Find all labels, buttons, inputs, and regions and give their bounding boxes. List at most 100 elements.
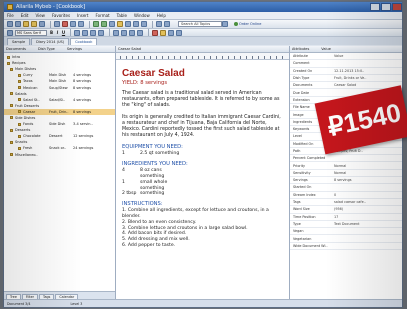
indent-icon[interactable] <box>137 29 143 36</box>
column-header-servings[interactable]: Servings <box>67 47 82 51</box>
attribute-row[interactable]: Attribute Value <box>290 53 402 61</box>
ingredient-item: something <box>140 191 165 197</box>
menu-table[interactable]: Table <box>117 13 127 18</box>
tree-cell-type: Soup/Stew <box>49 85 68 90</box>
outdent-icon[interactable] <box>129 29 135 36</box>
tree-cell-name: Caesar <box>23 109 36 114</box>
back-icon[interactable] <box>7 21 13 27</box>
align-left-icon[interactable] <box>74 29 80 36</box>
ruler-tick <box>156 56 157 59</box>
ruler-tick <box>180 56 181 59</box>
align-right-icon[interactable] <box>90 29 96 36</box>
ruler[interactable] <box>116 53 289 60</box>
image-icon[interactable] <box>117 21 123 27</box>
close-button[interactable] <box>392 3 402 11</box>
menu-format[interactable]: Format <box>96 13 110 18</box>
tree-cell-name: Chocolate <box>23 134 41 139</box>
attribute-row[interactable]: Dish Type Fruit, Drinks or Ve.. <box>290 75 402 83</box>
tree-cell-name: Miscellaneo.. <box>15 152 38 157</box>
menu-edit[interactable]: Edit <box>21 13 29 18</box>
font-size-down-icon[interactable] <box>176 29 182 36</box>
tree-icon[interactable] <box>156 21 162 27</box>
bold-button[interactable]: B <box>49 30 54 36</box>
attribute-row[interactable]: Percent Completed <box>290 155 402 163</box>
ruler-tick <box>222 56 223 59</box>
ruler-tick <box>246 56 247 59</box>
menu-window[interactable]: Window <box>134 13 150 18</box>
tab-sample[interactable]: Sample <box>7 38 31 45</box>
copy-icon[interactable] <box>70 21 76 27</box>
attribute-row[interactable]: Type Text Document <box>290 221 402 229</box>
justify-icon[interactable] <box>98 29 104 36</box>
table-icon[interactable] <box>125 21 131 27</box>
menu-insert[interactable]: Insert <box>77 13 88 18</box>
tab-diary[interactable]: Diary 2014 (US) <box>31 38 70 45</box>
paste-icon[interactable] <box>78 21 84 27</box>
menu-file[interactable]: File <box>7 13 14 18</box>
attribute-row[interactable]: Tags salad caesar cafe.. <box>290 199 402 207</box>
spellcheck-icon[interactable] <box>133 21 139 27</box>
italic-button[interactable]: I <box>55 30 60 36</box>
ruler-tick <box>192 56 193 59</box>
editor-content[interactable]: Caesar Salad YIELD: 8 servings The Caesa… <box>116 60 289 249</box>
forward-icon[interactable] <box>15 21 21 27</box>
search-input[interactable]: Search All Topics <box>178 21 222 27</box>
print-icon[interactable] <box>54 21 60 27</box>
underline-button[interactable]: U <box>61 30 66 36</box>
align-center-icon[interactable] <box>82 29 88 36</box>
attribute-row[interactable]: Stream Index 0 <box>290 192 402 199</box>
attribute-row[interactable]: Word Size (956) <box>290 206 402 214</box>
tree-cell-serv: 12 servings <box>73 134 94 139</box>
tree-cell-type: Side Dish <box>49 122 66 127</box>
open-folder-icon[interactable] <box>31 21 37 27</box>
attribute-row[interactable]: Comment <box>290 60 402 68</box>
attributes-icon[interactable] <box>164 21 170 27</box>
editor-pane[interactable]: Caesar Salad Caesar Salad YIELD: 8 servi… <box>116 46 290 301</box>
column-header-dish-type[interactable]: Dish Type <box>38 47 55 51</box>
column-header-documents[interactable]: Documents <box>6 47 26 51</box>
attribute-row[interactable]: Sensitivity Normal <box>290 170 402 178</box>
attribute-row[interactable]: Vegetarian <box>290 235 402 243</box>
highlight-icon[interactable] <box>160 29 166 36</box>
cut-icon[interactable] <box>62 21 68 27</box>
font-select[interactable]: MS Sans Serif <box>15 29 47 36</box>
recipe-yield: YIELD: 8 servings <box>122 80 168 86</box>
undo-icon[interactable] <box>93 21 99 27</box>
tab-cookbook[interactable]: Cookbook <box>70 38 98 45</box>
attribute-row[interactable]: Started On <box>290 184 402 192</box>
find-icon[interactable] <box>141 21 147 27</box>
numbering-icon[interactable] <box>121 29 127 36</box>
attribute-row[interactable]: Wide Document Wi.. <box>290 243 402 251</box>
menu-favorites[interactable]: Favorites <box>52 13 70 18</box>
font-color-icon[interactable] <box>152 29 158 36</box>
save-icon[interactable] <box>39 21 45 27</box>
tree-row[interactable]: Miscellaneo.. <box>4 152 115 158</box>
link-icon[interactable] <box>109 21 115 27</box>
attribute-row[interactable]: Vegan <box>290 228 402 236</box>
menu-help[interactable]: Help <box>157 13 166 18</box>
order-online-button[interactable]: Order Online <box>234 22 261 26</box>
redo-icon[interactable] <box>101 21 107 27</box>
minimize-button[interactable] <box>370 3 380 11</box>
folder-icon <box>10 128 13 132</box>
bullets-icon[interactable] <box>113 29 119 36</box>
style-icon[interactable] <box>7 29 13 36</box>
tree-cell-name: Intro <box>12 55 21 60</box>
intro-paragraph: The Caesar salad is a traditional salad … <box>122 91 280 109</box>
attribute-row[interactable]: Servings 8 servings <box>290 177 402 185</box>
attribute-row[interactable]: Created On 12.11.2013 15:0.. <box>290 68 402 75</box>
new-document-icon[interactable] <box>23 21 29 27</box>
attributes-header-label: Attributes <box>292 47 310 51</box>
search-icon[interactable] <box>222 21 228 27</box>
attribute-name: Vegetarian <box>293 236 312 241</box>
attribute-row[interactable]: Time Position 17 <box>290 214 402 221</box>
ingredient-item: small whole something <box>140 179 168 191</box>
attribute-row[interactable]: Priority Normal <box>290 162 402 170</box>
menu-view[interactable]: View <box>35 13 45 18</box>
tree-cell-name: Salads <box>15 91 27 96</box>
folder-icon <box>7 55 10 59</box>
ruler-tick <box>162 56 163 59</box>
document-tabs: Sample Diary 2014 (US) Cookbook <box>4 37 402 45</box>
font-size-up-icon[interactable] <box>168 29 174 36</box>
maximize-button[interactable] <box>381 3 391 11</box>
